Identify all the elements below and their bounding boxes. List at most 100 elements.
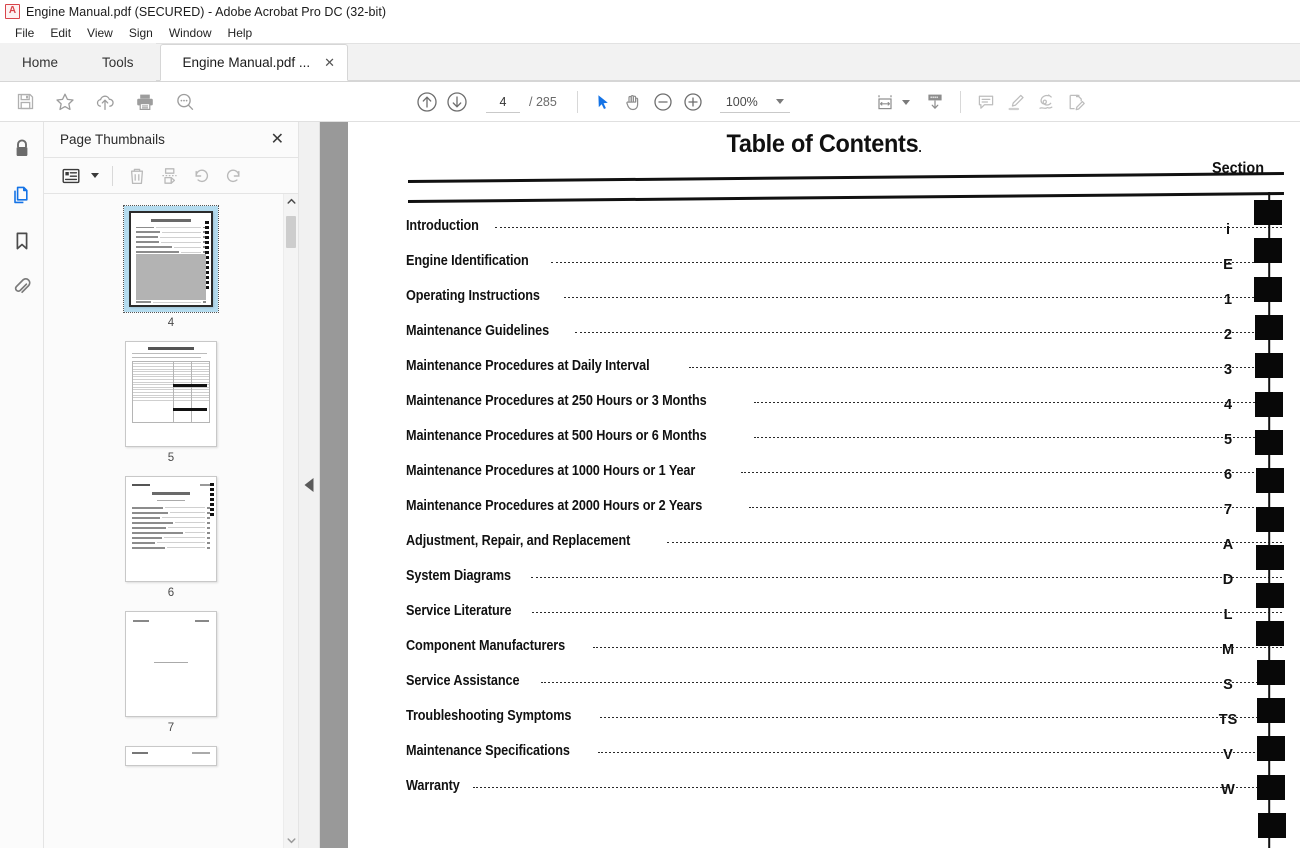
toc-entry-section: A	[1222, 537, 1234, 553]
toc-entry[interactable]: Warranty W	[406, 778, 1286, 813]
list-item[interactable]: 4	[44, 205, 298, 329]
extract-pages-icon[interactable]	[154, 162, 184, 190]
close-icon[interactable]: ✕	[267, 130, 288, 150]
chevron-down-icon[interactable]	[91, 173, 99, 178]
toc-entry[interactable]: Maintenance Specifications V	[406, 743, 1286, 778]
toc-entry-label: Maintenance Procedures at 500 Hours or 6…	[406, 428, 707, 444]
thumbnail-page-label: 6	[167, 587, 175, 599]
panel-header: Page Thumbnails ✕	[44, 122, 298, 158]
toc-entry[interactable]: Service Assistance S	[406, 673, 1286, 708]
scroll-mode-icon[interactable]	[920, 87, 950, 117]
acrobat-icon	[5, 4, 20, 19]
list-item[interactable]: 7	[44, 611, 298, 734]
tab-marker	[1256, 621, 1284, 646]
toc-entry[interactable]: Maintenance Procedures at 1000 Hours or …	[406, 463, 1286, 498]
list-item[interactable]	[44, 746, 298, 766]
page-thumbnail[interactable]	[125, 476, 217, 582]
menu-help[interactable]: Help	[220, 23, 261, 43]
panel-scrollbar[interactable]	[283, 194, 298, 848]
toc-entry-label: Maintenance Procedures at 2000 Hours or …	[406, 498, 703, 514]
save-icon[interactable]	[10, 87, 40, 117]
upload-cloud-icon[interactable]	[90, 87, 120, 117]
attachments-icon[interactable]	[6, 270, 38, 304]
toc-entry-label: Adjustment, Repair, and Replacement	[406, 533, 631, 549]
zoom-level-control[interactable]: 100%	[719, 91, 790, 113]
thumbnail-options-icon[interactable]	[56, 162, 86, 190]
list-item[interactable]: 5	[44, 341, 298, 464]
menu-sign[interactable]: Sign	[121, 23, 161, 43]
tab-document-label: Engine Manual.pdf ...	[182, 55, 311, 70]
tab-marker	[1257, 698, 1285, 723]
request-signature-icon[interactable]	[1061, 87, 1091, 117]
page-number-input[interactable]	[486, 91, 520, 113]
page-thumbnail[interactable]	[125, 611, 217, 717]
toc-entry[interactable]: System Diagrams D	[406, 568, 1286, 603]
page-thumbnail[interactable]	[125, 746, 217, 766]
add-to-favorites-icon[interactable]	[50, 87, 80, 117]
scrollbar-thumb[interactable]	[286, 216, 296, 248]
thumbnail-list[interactable]: 4 5 6 7	[44, 194, 298, 848]
scroll-up-icon[interactable]	[284, 194, 298, 209]
toc-entry[interactable]: Component Manufacturers M	[406, 638, 1286, 673]
toc-entry[interactable]: Maintenance Procedures at 500 Hours or 6…	[406, 428, 1286, 463]
menu-file[interactable]: File	[7, 23, 42, 43]
toc-leader-dots	[592, 647, 1282, 648]
collapse-panel-icon[interactable]	[304, 478, 314, 492]
menu-edit[interactable]: Edit	[42, 23, 79, 43]
toc-entry[interactable]: Maintenance Procedures at Daily Interval…	[406, 358, 1286, 393]
fit-page-width-icon[interactable]	[870, 87, 900, 117]
page-thumbnail[interactable]	[125, 341, 217, 447]
list-item[interactable]: 6	[44, 476, 298, 599]
zoom-in-icon[interactable]	[678, 87, 708, 117]
bookmarks-icon[interactable]	[6, 224, 38, 258]
toc-leader-dots	[666, 542, 1282, 543]
menu-window[interactable]: Window	[161, 23, 220, 43]
print-icon[interactable]	[130, 87, 160, 117]
tab-tools[interactable]: Tools	[80, 43, 156, 81]
security-lock-icon[interactable]	[6, 132, 38, 166]
toc-entry[interactable]: Maintenance Procedures at 2000 Hours or …	[406, 498, 1286, 533]
toc-entry[interactable]: Maintenance Guidelines 2	[406, 323, 1286, 358]
toc-entry[interactable]: Introduction i	[406, 218, 1286, 253]
toc-entry[interactable]: Adjustment, Repair, and Replacement A	[406, 533, 1286, 568]
toolbar-separator	[576, 91, 578, 113]
close-icon[interactable]: ✕	[324, 56, 335, 69]
chevron-down-icon[interactable]	[775, 99, 784, 104]
search-icon[interactable]	[170, 87, 200, 117]
document-viewport[interactable]: Table of Contents. Section Introduction …	[348, 122, 1300, 848]
sign-icon[interactable]	[1031, 87, 1061, 117]
toc-entry[interactable]: Engine Identification E	[406, 253, 1286, 288]
toc-leader-dots	[473, 787, 1282, 788]
page-up-icon[interactable]	[412, 87, 442, 117]
chevron-down-icon[interactable]	[902, 99, 910, 105]
toc-entry[interactable]: Maintenance Procedures at 250 Hours or 3…	[406, 393, 1286, 428]
toc-entry-section: i	[1225, 222, 1231, 238]
select-tool-icon[interactable]	[588, 87, 618, 117]
highlighter-icon[interactable]	[1001, 87, 1031, 117]
comment-icon[interactable]	[971, 87, 1001, 117]
toc-entry[interactable]: Service Literature L	[406, 603, 1286, 638]
rotate-counterclockwise-icon[interactable]	[186, 162, 216, 190]
acrobat-window: Engine Manual.pdf (SECURED) - Adobe Acro…	[0, 0, 1300, 848]
hand-tool-icon[interactable]	[618, 87, 648, 117]
rotate-clockwise-icon[interactable]	[218, 162, 248, 190]
zoom-out-icon[interactable]	[648, 87, 678, 117]
toc-entry-label: Engine Identification	[406, 253, 529, 269]
page-title-text: Table of Contents	[726, 130, 919, 158]
tab-document[interactable]: Engine Manual.pdf ... ✕	[159, 44, 349, 81]
thumbnail-preview	[126, 612, 216, 716]
tab-home[interactable]: Home	[0, 43, 81, 81]
page-thumbnails-icon[interactable]	[6, 178, 38, 212]
toc-leader-dots	[531, 577, 1282, 578]
zoom-level-value: 100%	[725, 94, 758, 109]
panel-splitter[interactable]	[299, 122, 320, 848]
toc-entry-label: Service Assistance	[406, 673, 520, 689]
toc-entry[interactable]: Troubleshooting Symptoms TS	[406, 708, 1286, 743]
scroll-down-icon[interactable]	[284, 833, 298, 848]
page-down-icon[interactable]	[442, 87, 472, 117]
menu-view[interactable]: View	[79, 23, 121, 43]
toc-entry[interactable]: Operating Instructions 1	[406, 288, 1286, 323]
tab-marker	[1257, 775, 1285, 800]
page-thumbnail[interactable]	[129, 211, 213, 307]
delete-pages-icon[interactable]	[122, 162, 152, 190]
